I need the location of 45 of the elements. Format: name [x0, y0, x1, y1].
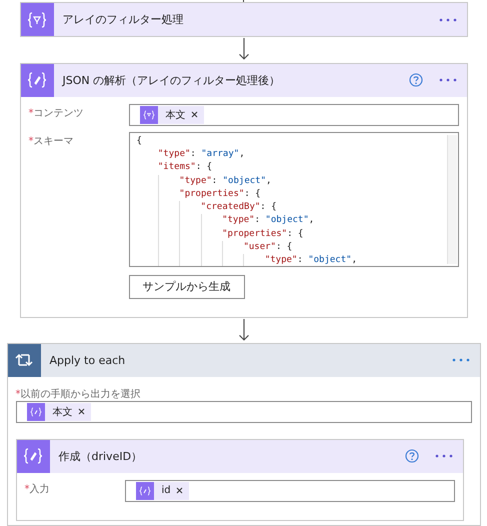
code-line: "type": "object", — [136, 254, 458, 266]
more-icon[interactable] — [438, 18, 456, 22]
more-icon[interactable] — [452, 358, 470, 362]
code-line: "properties": { — [136, 188, 458, 202]
code-line: { — [136, 134, 143, 148]
field-label: *コンテンツ — [28, 106, 84, 121]
remove-icon[interactable] — [78, 408, 84, 416]
field-label: *スキーマ — [28, 134, 74, 149]
card-header[interactable]: JSON の解析（アレイのフィルター処理後） — [20, 64, 466, 97]
token-input-field[interactable]: id — [124, 480, 454, 502]
down-arrow — [236, 318, 250, 341]
card-header[interactable]: Apply to each — [8, 344, 480, 377]
card-header[interactable]: アレイのフィルター処理 — [20, 3, 466, 36]
remove-icon[interactable] — [176, 487, 183, 494]
token-input-field[interactable]: 本文 — [128, 104, 458, 126]
card-title: アレイのフィルター処理 — [62, 12, 184, 28]
token-chip[interactable]: id — [136, 482, 189, 500]
code-line: "properties": { — [136, 228, 458, 241]
card-header[interactable]: 作成（driveID） — [16, 440, 462, 473]
card-title: JSON の解析（アレイのフィルター処理後） — [62, 72, 282, 88]
code-line: "type": "object", — [136, 214, 458, 228]
braces-icon — [140, 106, 158, 124]
field-label: *以前の手順から出力を選択 — [16, 388, 142, 401]
remove-icon[interactable] — [190, 111, 198, 118]
more-icon[interactable] — [434, 454, 452, 458]
code-line: "items": { — [156, 161, 214, 174]
card-title: Apply to each — [50, 354, 126, 367]
token-chip[interactable]: 本文 — [140, 106, 204, 124]
token-chip[interactable]: 本文 — [26, 402, 90, 421]
generate-from-sample-button[interactable]: サンプルから生成 — [128, 274, 244, 299]
code-line: "createdBy": { — [136, 201, 458, 214]
code-line: "type": "object", — [136, 174, 458, 188]
card-title: 作成（driveID） — [58, 448, 144, 464]
code-editor[interactable]: { "type": "array", "items": { "type": "object", "properties": { "createdBy": { "type": "object", "properties": { "user": { "type": "object", — [128, 132, 458, 267]
code-line: "user": { — [136, 240, 458, 254]
token-input-field[interactable]: 本文 — [16, 400, 472, 423]
help-icon[interactable] — [404, 449, 418, 464]
scrollbar[interactable] — [446, 134, 456, 264]
more-icon[interactable] — [438, 78, 456, 82]
down-arrow — [236, 38, 250, 61]
braces-icon — [26, 402, 44, 421]
field-label: *入力 — [24, 482, 50, 497]
braces-icon — [136, 482, 154, 500]
code-line: "type": "array", — [156, 148, 246, 161]
help-icon[interactable] — [408, 73, 422, 88]
